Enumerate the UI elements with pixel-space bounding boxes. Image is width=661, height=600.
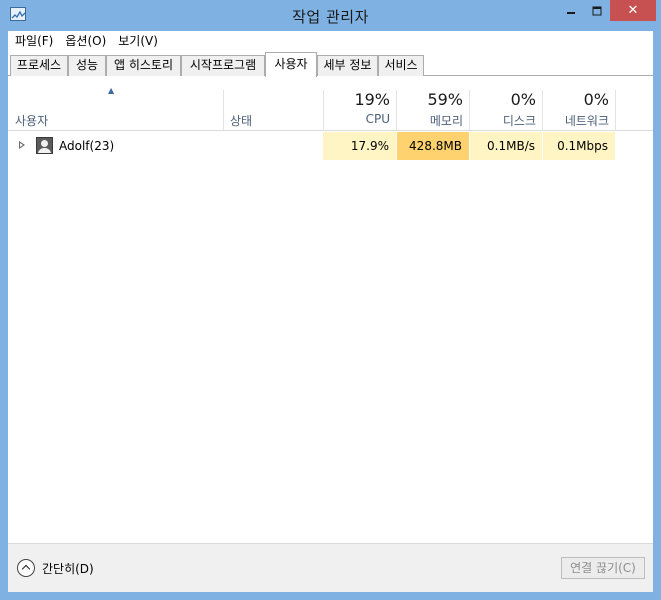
disconnect-button[interactable]: 연결 끊기(C) [561, 557, 645, 579]
user-cpu: 17.9% [323, 132, 396, 160]
footer-bar: 간단히(D) 연결 끊기(C) [8, 543, 653, 592]
client-area: 파일(F) 옵션(O) 보기(V) 프로세스 성능 앱 히스토리 시작프로그램 … [8, 31, 653, 592]
tab-services[interactable]: 서비스 [378, 55, 424, 76]
maximize-button[interactable] [584, 0, 610, 21]
minimize-button[interactable] [557, 0, 584, 21]
menu-options[interactable]: 옵션(O) [59, 31, 112, 52]
chevron-up-circle-icon[interactable] [17, 559, 35, 577]
close-icon: ✕ [627, 3, 639, 18]
column-disk[interactable]: 디스크 [470, 112, 536, 129]
user-disk: 0.1MB/s [470, 132, 542, 160]
title-bar[interactable]: 작업 관리자 ✕ [0, 0, 661, 30]
tab-processes[interactable]: 프로세스 [10, 55, 68, 76]
column-header: ▲ 사용자 상태 19% CPU 59% 메모리 0% 디스크 0% 네트워크 [8, 76, 653, 131]
tab-details[interactable]: 세부 정보 [317, 55, 378, 76]
tab-strip: 프로세스 성능 앱 히스토리 시작프로그램 사용자 세부 정보 서비스 [8, 52, 653, 77]
expand-arrow-icon[interactable] [19, 141, 25, 149]
cpu-total-percent[interactable]: 19% [324, 90, 390, 109]
column-status[interactable]: 상태 [230, 112, 252, 129]
column-divider[interactable] [223, 90, 224, 131]
column-divider[interactable] [615, 90, 616, 131]
column-memory[interactable]: 메모리 [397, 112, 463, 129]
user-name: Adolf(23) [59, 139, 115, 153]
user-memory: 428.8MB [397, 132, 469, 160]
column-cpu[interactable]: CPU [324, 112, 390, 126]
tab-app-history[interactable]: 앱 히스토리 [106, 55, 181, 76]
user-network: 0.1Mbps [543, 132, 615, 160]
user-avatar-icon [36, 137, 53, 154]
column-network[interactable]: 네트워크 [543, 112, 609, 129]
tab-performance[interactable]: 성능 [68, 55, 106, 76]
tab-users[interactable]: 사용자 [265, 52, 317, 77]
user-row[interactable]: Adolf(23) 17.9% 428.8MB 0.1MB/s 0.1Mbps [8, 132, 653, 160]
sort-ascending-icon: ▲ [108, 86, 115, 95]
disk-total-percent[interactable]: 0% [470, 90, 536, 109]
close-button[interactable]: ✕ [610, 0, 656, 21]
memory-total-percent[interactable]: 59% [397, 90, 463, 109]
task-manager-window: 작업 관리자 ✕ 파일(F) 옵션(O) 보기(V) 프로세스 성능 앱 히스토… [0, 0, 661, 600]
menu-file[interactable]: 파일(F) [8, 31, 59, 52]
menu-view[interactable]: 보기(V) [112, 31, 164, 52]
tab-startup[interactable]: 시작프로그램 [181, 55, 265, 76]
network-total-percent[interactable]: 0% [543, 90, 609, 109]
fewer-details-link[interactable]: 간단히(D) [42, 560, 94, 577]
menu-bar: 파일(F) 옵션(O) 보기(V) [8, 31, 653, 52]
column-user[interactable]: 사용자 [15, 112, 48, 129]
users-view: ▲ 사용자 상태 19% CPU 59% 메모리 0% 디스크 0% 네트워크 [8, 76, 653, 543]
